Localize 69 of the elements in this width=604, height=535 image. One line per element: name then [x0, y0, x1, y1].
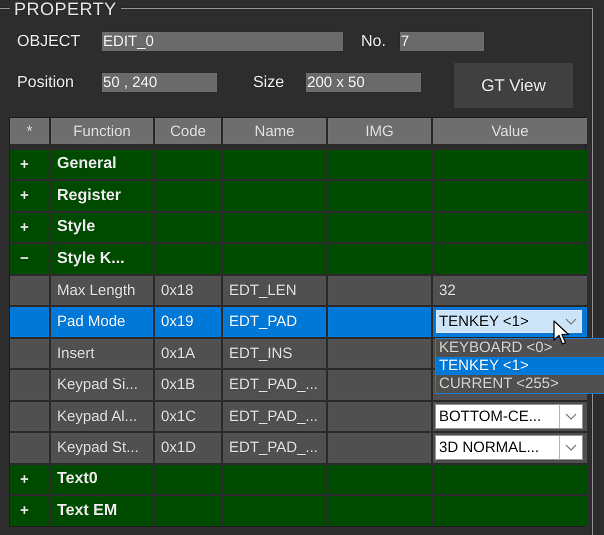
- table-cell: EDT_PAD_...: [223, 402, 326, 431]
- group-label[interactable]: Text EM: [51, 496, 153, 526]
- empty-cell: [155, 244, 221, 274]
- empty-cell: [155, 496, 221, 526]
- column-header[interactable]: Name: [223, 118, 326, 144]
- table-cell: EDT_PAD_...: [223, 370, 326, 400]
- value-dropdown[interactable]: 3D NORMAL...: [435, 435, 583, 460]
- table-cell: EDT_INS: [223, 338, 326, 368]
- column-header[interactable]: Code: [155, 118, 221, 144]
- group-label[interactable]: General: [51, 150, 153, 179]
- empty-cell: [155, 212, 221, 242]
- field-label: No.: [361, 32, 386, 50]
- expander-toggle[interactable]: +: [10, 496, 49, 526]
- group-label[interactable]: Style K...: [51, 244, 153, 274]
- chevron-down-icon: [565, 412, 577, 420]
- table-cell: Insert: [51, 338, 153, 368]
- empty-cell: [155, 464, 221, 494]
- value-dropdown[interactable]: BOTTOM-CE...: [435, 404, 583, 429]
- column-header[interactable]: Function: [51, 118, 153, 144]
- table-cell: Max Length: [51, 276, 153, 305]
- empty-cell: [155, 150, 221, 179]
- table-cell: 0x18: [155, 276, 221, 305]
- table-cell: 0x19: [155, 307, 221, 336]
- input-field[interactable]: 50 , 240: [102, 73, 217, 92]
- input-field[interactable]: 7: [400, 32, 484, 51]
- field-label: OBJECT: [17, 32, 82, 50]
- expander-toggle[interactable]: +: [10, 212, 49, 242]
- empty-cell: [155, 181, 221, 210]
- group-label[interactable]: Register: [51, 181, 153, 210]
- expander-toggle[interactable]: +: [10, 181, 49, 210]
- column-header[interactable]: Value: [433, 118, 587, 144]
- group-label[interactable]: Text0: [51, 464, 153, 494]
- table-cell: 0x1A: [155, 338, 221, 368]
- field-label: Size: [253, 74, 284, 92]
- table-cell-text: 32: [438, 282, 456, 299]
- table-cell: Pad Mode: [51, 307, 153, 336]
- expander-toggle[interactable]: +: [10, 150, 49, 179]
- table-cell: Keypad Si...: [51, 370, 153, 400]
- chevron-down-icon: [565, 444, 577, 452]
- row-header-cell[interactable]: [10, 338, 49, 368]
- input-field[interactable]: 200 x 50: [306, 73, 422, 92]
- dropdown-option[interactable]: CURRENT <255>: [436, 375, 604, 393]
- table-cell: 0x1D: [155, 433, 221, 462]
- chevron-down-icon: [565, 318, 577, 326]
- row-header-cell[interactable]: [10, 402, 49, 431]
- dropdown-option[interactable]: TENKEY <1>: [436, 357, 604, 375]
- dropdown-option[interactable]: KEYBOARD <0>: [436, 339, 604, 357]
- column-header[interactable]: IMG: [328, 118, 431, 144]
- row-header-cell[interactable]: [10, 433, 49, 462]
- group-label[interactable]: Style: [51, 212, 153, 242]
- table-cell: Keypad St...: [51, 433, 153, 462]
- field-label: Position: [17, 74, 75, 92]
- value-dropdown[interactable]: TENKEY <1>: [435, 309, 583, 334]
- table-cell: 0x1C: [155, 402, 221, 431]
- table-cell: EDT_LEN: [223, 276, 326, 305]
- row-header-cell[interactable]: [10, 307, 49, 336]
- row-header-cell[interactable]: [10, 370, 49, 400]
- table-cell: EDT_PAD: [223, 307, 326, 336]
- row-header-cell[interactable]: [10, 276, 49, 305]
- table-cell: 0x1B: [155, 370, 221, 400]
- expander-toggle[interactable]: −: [10, 244, 49, 274]
- expander-toggle[interactable]: +: [10, 464, 49, 494]
- table-cell: Keypad Al...: [51, 402, 153, 431]
- gt-view-button[interactable]: GT View: [454, 63, 573, 108]
- mouse-pointer-icon: [553, 320, 571, 346]
- column-header[interactable]: *: [10, 118, 49, 144]
- input-field[interactable]: EDIT_0: [102, 32, 343, 51]
- table-cell: EDT_PAD_...: [223, 433, 326, 462]
- group-title: PROPERTY: [10, 0, 121, 18]
